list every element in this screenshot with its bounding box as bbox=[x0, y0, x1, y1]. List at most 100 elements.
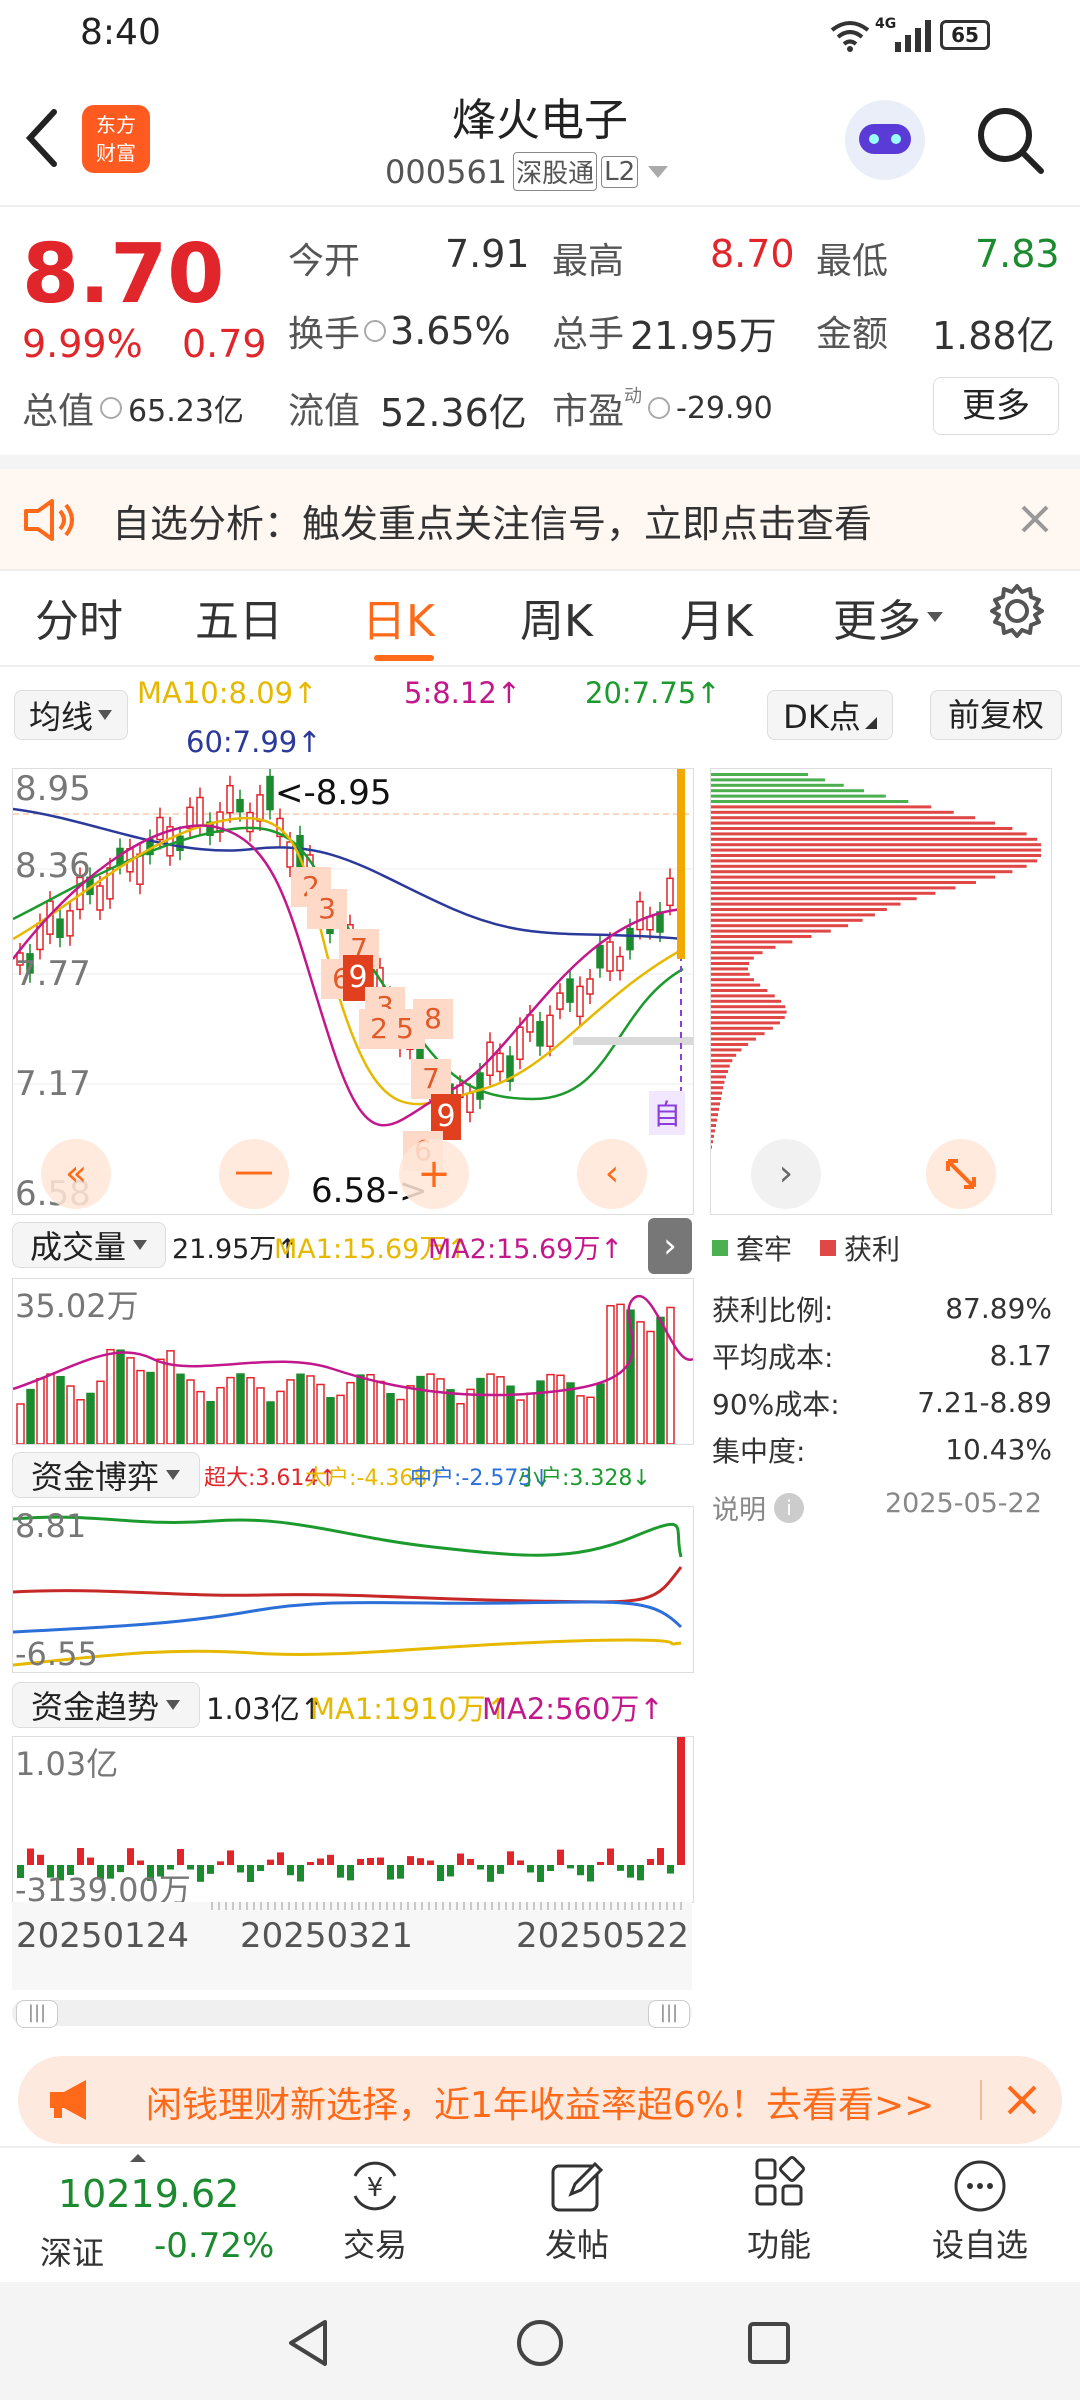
settings-gear-icon[interactable] bbox=[988, 582, 1046, 640]
low-label: 最低 bbox=[816, 241, 889, 282]
nav-post[interactable]: 发帖 bbox=[497, 2156, 657, 2266]
expand-up-icon[interactable] bbox=[128, 2152, 148, 2164]
chip-bar bbox=[711, 1043, 749, 1046]
fund-trend-bar bbox=[267, 1859, 274, 1865]
svg-text:¥: ¥ bbox=[367, 2173, 384, 2203]
ma-select[interactable]: 均线 bbox=[14, 690, 128, 740]
fund-trend-bar bbox=[677, 1737, 685, 1865]
chip-bar bbox=[711, 1118, 718, 1122]
chip-distribution-chart[interactable]: › bbox=[710, 768, 1052, 1215]
range-slider-right-handle[interactable]: ||| bbox=[648, 2000, 690, 2028]
volume-select[interactable]: 成交量 bbox=[12, 1222, 166, 1268]
expand-icon[interactable] bbox=[926, 1139, 996, 1209]
search-icon[interactable] bbox=[975, 105, 1047, 177]
fund-trend-bar bbox=[647, 1858, 654, 1865]
range-slider-track[interactable]: ||| ||| bbox=[12, 2000, 692, 2028]
chip-bar bbox=[711, 972, 750, 976]
status-bar: 8:40 4G 65 bbox=[0, 0, 1080, 70]
stock-code-line[interactable]: 000561 深股通 L2 bbox=[385, 152, 670, 191]
fund-game-select[interactable]: 资金博弈 bbox=[12, 1452, 200, 1498]
turnover-item[interactable]: 换手 3.65% bbox=[288, 305, 511, 357]
home-circle-icon[interactable] bbox=[515, 2318, 565, 2368]
volume-bar bbox=[16, 1403, 25, 1444]
fund-game-lines-svg bbox=[13, 1515, 683, 1667]
kline-chart[interactable]: 8.95 8.36 7.77 7.17 6.58 <-8.95 6.58-> 自… bbox=[12, 768, 694, 1215]
chip-bar bbox=[711, 805, 932, 809]
adjust-button[interactable]: 前复权 bbox=[930, 690, 1062, 740]
index-value[interactable]: 10219.62 bbox=[58, 2172, 239, 2216]
chip-bar bbox=[711, 854, 1041, 857]
volume-bar bbox=[336, 1394, 345, 1444]
candle-body bbox=[96, 885, 104, 911]
date-label-start: 20250124 bbox=[16, 1916, 190, 1956]
candle-body bbox=[236, 798, 244, 813]
volume-bar bbox=[76, 1399, 85, 1444]
fund-trend-bar bbox=[227, 1850, 234, 1865]
battery-icon: 65 bbox=[940, 20, 990, 50]
candle-body bbox=[196, 796, 204, 827]
chip-bar bbox=[711, 1102, 721, 1106]
pe-item[interactable]: 市盈 动 -29.90 bbox=[552, 382, 773, 434]
fund-trend-chart[interactable]: 1.03亿 -3139.00万 bbox=[12, 1736, 694, 1903]
ma20-legend: 20:7.75↑ bbox=[585, 676, 721, 710]
chip-bar bbox=[711, 1016, 785, 1019]
fund-game-chart[interactable]: 8.81 -6.55 bbox=[12, 1506, 694, 1673]
tab-monthly-k[interactable]: 月K bbox=[680, 585, 753, 649]
tab-more[interactable]: 更多 bbox=[833, 585, 945, 649]
scroll-left-button[interactable]: ‹ bbox=[577, 1139, 647, 1209]
chip-note[interactable]: 说明 i bbox=[712, 1488, 804, 1527]
volume-bar bbox=[66, 1385, 75, 1444]
volume-chart[interactable]: 35.02万 bbox=[12, 1278, 694, 1445]
chip-bar bbox=[711, 891, 936, 895]
quote-panel: 8.70 9.99% 0.79 总值 65.23亿 今开 7.91 最高 8.7… bbox=[0, 207, 1080, 457]
promo-banner[interactable]: 闲钱理财新选择，近1年收益率超6%！去看看>> bbox=[18, 2056, 1062, 2144]
nav-functions[interactable]: 功能 bbox=[699, 2156, 859, 2266]
mktcap-value: 65.23亿 bbox=[128, 394, 244, 429]
scroll-left-fast-button[interactable]: « bbox=[41, 1139, 111, 1209]
change-amount: 0.79 bbox=[182, 322, 267, 366]
chip-bar bbox=[711, 1048, 742, 1052]
chip-bar bbox=[711, 886, 956, 890]
scroll-right-button[interactable]: › bbox=[751, 1139, 821, 1209]
chip-bar bbox=[711, 951, 763, 955]
fund-trend-select[interactable]: 资金趋势 bbox=[12, 1682, 200, 1728]
nav-add-watchlist[interactable]: 设自选 bbox=[900, 2156, 1060, 2266]
recents-square-icon[interactable] bbox=[746, 2320, 792, 2366]
collapse-side-panel-button[interactable]: › bbox=[648, 1218, 692, 1274]
fund-trend-bar bbox=[587, 1865, 594, 1882]
fund-trend-ma2: MA2:560万↑ bbox=[482, 1692, 664, 1726]
zoom-in-button[interactable]: + bbox=[399, 1139, 469, 1209]
open-value: 7.91 bbox=[445, 232, 530, 276]
divider bbox=[0, 569, 1080, 571]
chip-bar bbox=[711, 1140, 713, 1144]
fund-trend-bar bbox=[447, 1865, 454, 1877]
nav-trade[interactable]: ¥ 交易 bbox=[295, 2156, 455, 2266]
candle-body bbox=[56, 918, 64, 938]
chip-bar bbox=[711, 1053, 737, 1057]
self-tag[interactable]: 自 bbox=[649, 1091, 686, 1135]
back-triangle-icon[interactable] bbox=[285, 2318, 331, 2368]
legend-swatch-profit bbox=[820, 1240, 837, 1256]
fund-trend-bar bbox=[377, 1857, 384, 1865]
tab-intraday[interactable]: 分时 bbox=[35, 585, 123, 649]
nav-add-watchlist-label: 设自选 bbox=[931, 2226, 1028, 2264]
dk-point-button[interactable]: DK点 bbox=[767, 690, 893, 740]
mktcap-label: 总值 bbox=[22, 391, 95, 432]
range-slider-left-handle[interactable]: ||| bbox=[16, 2000, 58, 2028]
pe-value: -29.90 bbox=[676, 390, 773, 426]
more-button[interactable]: 更多 bbox=[933, 377, 1059, 435]
analysis-banner[interactable]: 自选分析：触发重点关注信号，立即点击查看 bbox=[0, 469, 1080, 569]
candle-body bbox=[156, 816, 164, 841]
adjust-button-label: 前复权 bbox=[947, 696, 1044, 734]
mktcap-item[interactable]: 总值 65.23亿 bbox=[22, 382, 244, 434]
zoom-out-button[interactable]: — bbox=[219, 1139, 289, 1209]
close-icon[interactable] bbox=[1006, 2084, 1038, 2116]
assistant-robot-icon[interactable] bbox=[845, 100, 925, 180]
tab-weekly-k[interactable]: 周K bbox=[520, 585, 593, 649]
fund-game-y-bottom: -6.55 bbox=[15, 1635, 98, 1673]
tab-five-day[interactable]: 五日 bbox=[195, 585, 283, 649]
tab-daily-k[interactable]: 日K bbox=[362, 585, 435, 649]
volume-bar bbox=[96, 1380, 105, 1444]
close-icon[interactable] bbox=[1020, 504, 1050, 534]
fund-trend-bar bbox=[577, 1865, 584, 1876]
